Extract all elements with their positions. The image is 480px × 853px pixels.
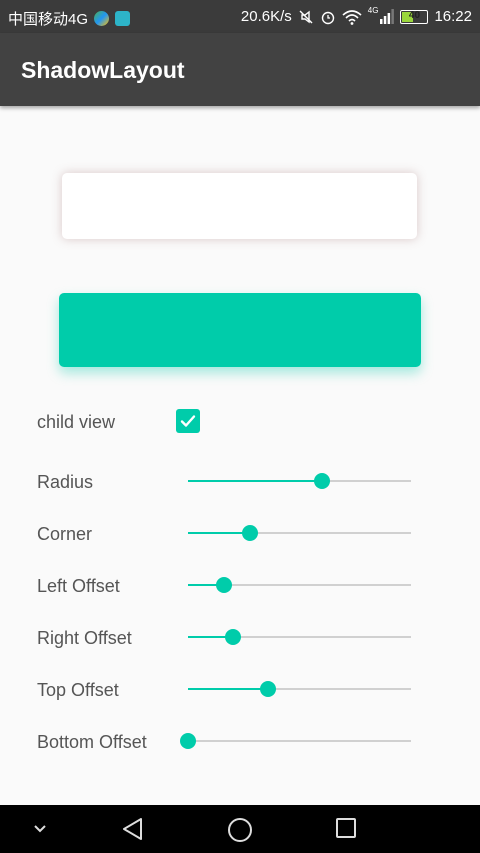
battery-icon: 40 [400, 9, 429, 24]
child-view-checkbox[interactable] [176, 409, 200, 433]
mute-icon [299, 10, 313, 23]
slider-label: Bottom Offset [37, 732, 147, 752]
seekbar[interactable] [188, 470, 411, 492]
wifi-icon [342, 9, 362, 25]
android-notification-icon [115, 11, 131, 26]
carrier-label: 中国移动4G [8, 11, 89, 28]
navigation-bar [0, 805, 480, 853]
seekbar[interactable] [180, 730, 411, 752]
status-right: 20.6K/s 4G 40 16:22 [240, 6, 472, 25]
seekbar[interactable] [188, 574, 411, 596]
seekbar-progress [188, 688, 269, 690]
slider-label: Top Offset [37, 680, 119, 700]
back-icon[interactable] [121, 817, 145, 841]
shadow-demo-card-teal [59, 293, 421, 367]
slider-label: Left Offset [37, 576, 120, 596]
slider-label: Right Offset [37, 628, 132, 648]
seekbar[interactable] [188, 626, 411, 648]
status-left: 中国移动4G [8, 8, 131, 29]
play-store-icon [94, 11, 110, 26]
app-bar: ShadowLayout [0, 33, 480, 106]
signal-icon [380, 9, 395, 24]
seekbar-progress [188, 532, 251, 534]
alarm-icon [321, 11, 334, 24]
checkmark-icon [180, 415, 196, 427]
clock: 16:22 [434, 8, 472, 25]
status-bar: 中国移动4G 20.6K/s 4G 40 16:22 [0, 0, 480, 33]
seekbar[interactable] [188, 522, 411, 544]
slider-label: Radius [37, 472, 94, 492]
child-view-label: child view [37, 412, 116, 432]
seekbar-thumb[interactable] [215, 577, 232, 593]
slider-label: Corner [37, 524, 93, 544]
seekbar-track [188, 740, 411, 742]
seekbar[interactable] [188, 678, 411, 700]
network-type: 4G [367, 6, 379, 15]
home-icon[interactable] [227, 817, 253, 843]
recents-icon[interactable] [335, 817, 357, 839]
battery-level-text: 40 [408, 9, 421, 21]
seekbar-progress [188, 480, 322, 482]
seekbar-thumb[interactable] [224, 629, 241, 645]
seekbar-thumb[interactable] [242, 525, 259, 541]
seekbar-thumb[interactable] [180, 733, 196, 749]
seekbar-thumb[interactable] [313, 473, 330, 489]
main-content: child view Radius Corner Left Offset Right … [0, 106, 480, 805]
network-speed: 20.6K/s [240, 8, 292, 25]
chevron-down-icon[interactable] [33, 824, 47, 834]
shadow-demo-card-white [62, 173, 417, 239]
app-title: ShadowLayout [21, 57, 185, 83]
seekbar-thumb[interactable] [260, 681, 277, 697]
